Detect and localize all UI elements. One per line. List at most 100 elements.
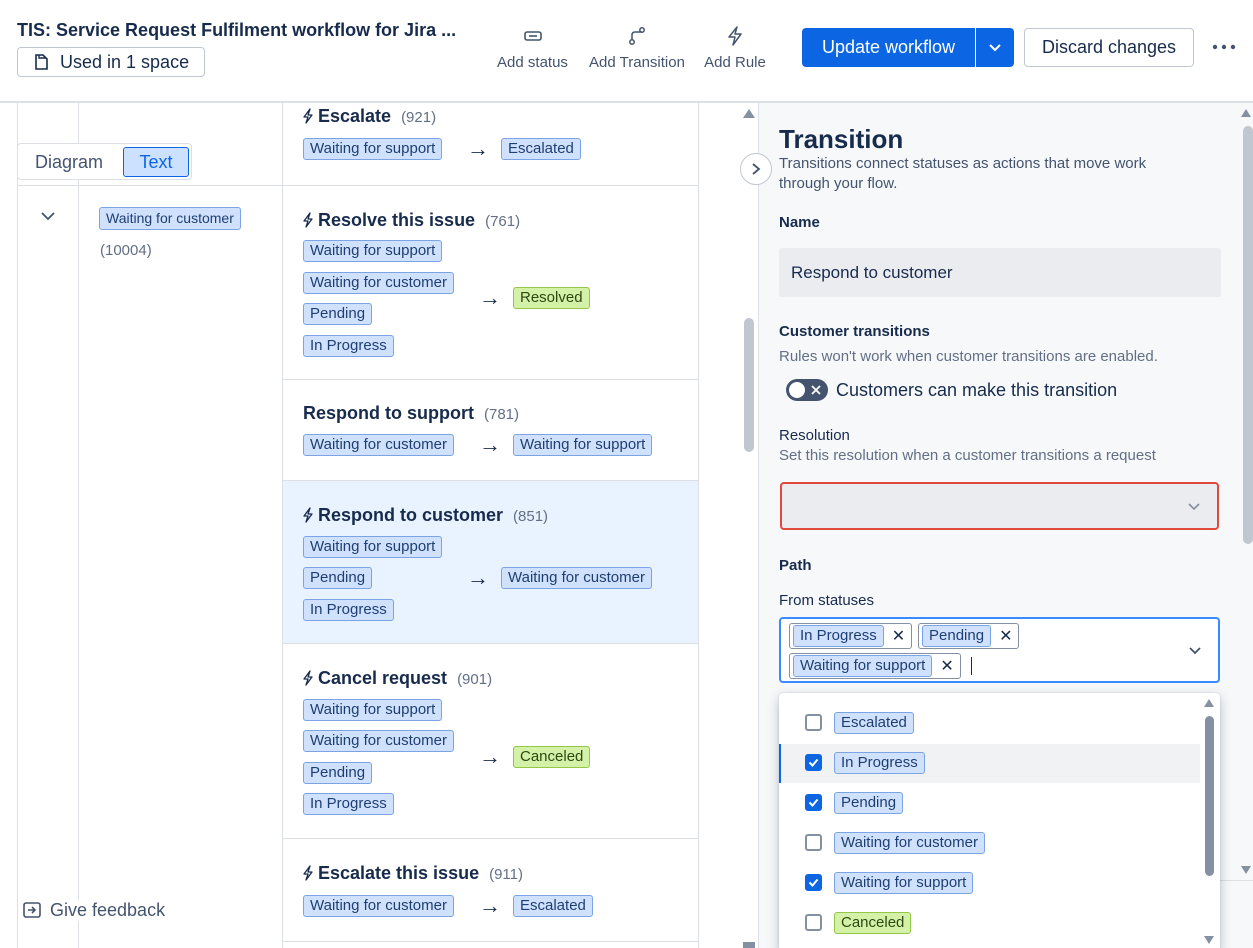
option-checkbox[interactable] — [805, 714, 822, 731]
from-status-lozenge: In Progress — [303, 335, 394, 357]
add-rule-label: Add Rule — [704, 54, 766, 71]
update-options-button[interactable] — [976, 28, 1014, 67]
transition-name: Respond to support — [303, 403, 474, 423]
dropdown-option[interactable]: In Progress — [834, 752, 925, 774]
arrow-icon: → — [479, 432, 501, 457]
selected-status-lozenge: Pending — [922, 625, 992, 647]
status-lozenge: Waiting for customer — [99, 207, 241, 230]
transition-title[interactable]: Escalate (921) — [302, 106, 436, 127]
diagram-view-button[interactable]: Diagram — [35, 152, 103, 173]
give-feedback-label: Give feedback — [50, 900, 166, 920]
check-icon — [808, 878, 819, 887]
add-rule-button[interactable]: Add Rule — [698, 26, 772, 71]
remove-tag-icon[interactable]: ✕ — [940, 656, 953, 676]
add-status-label: Add status — [497, 54, 568, 71]
to-status-lozenge: Waiting for support — [513, 434, 653, 456]
path-heading: Path — [779, 557, 812, 574]
panel-scroll-down-arrow[interactable] — [1241, 866, 1251, 874]
workflow-editor: { "header": { "title": "TIS: Service Req… — [0, 0, 1253, 948]
add-status-button[interactable]: Add status — [490, 26, 575, 71]
dropdown-scroll-up-arrow[interactable] — [1204, 699, 1214, 707]
lightning-icon — [303, 865, 313, 881]
discard-changes-button[interactable]: Discard changes — [1024, 28, 1194, 67]
collapse-row-button[interactable] — [40, 209, 56, 227]
content-scrollbar-thumb[interactable] — [744, 318, 754, 452]
option-checkbox[interactable] — [805, 754, 822, 771]
selected-status-tag: In Progress ✕ — [789, 623, 913, 649]
resolution-label: Resolution — [779, 427, 850, 444]
lightning-icon — [303, 212, 313, 228]
customer-transitions-toggle-label: Customers can make this transition — [836, 380, 1118, 400]
to-status-lozenge: Waiting for customer — [501, 567, 652, 589]
transition-name: Respond to customer — [318, 505, 504, 525]
selected-status-lozenge: Waiting for support — [793, 655, 933, 677]
remove-tag-icon[interactable]: ✕ — [892, 626, 905, 646]
option-checkbox[interactable] — [805, 874, 822, 891]
chevron-right-icon — [752, 163, 761, 175]
transition-title[interactable]: Escalate this issue (911) — [302, 863, 523, 884]
name-input-value: Respond to customer — [791, 263, 953, 282]
chevron-down-icon — [1189, 647, 1201, 655]
transition-name: Escalate — [318, 106, 392, 126]
add-transition-button[interactable]: Add Transition — [583, 26, 691, 71]
name-label: Name — [779, 214, 820, 231]
give-feedback-button[interactable]: Give feedback — [22, 900, 170, 921]
chevron-down-icon — [1188, 503, 1200, 511]
chevron-down-icon — [989, 43, 1001, 51]
from-statuses-select[interactable]: In Progress ✕ Pending ✕ Waiting for supp… — [779, 617, 1220, 683]
dropdown-scroll-down-arrow[interactable] — [1204, 936, 1214, 944]
column-divider-1 — [78, 103, 79, 948]
from-status-lozenge: Waiting for customer — [303, 434, 454, 456]
text-view-button[interactable]: Text — [123, 147, 189, 177]
row-divider — [283, 838, 699, 839]
scroll-down-arrow[interactable] — [743, 942, 755, 948]
panel-scrollbar-thumb[interactable] — [1243, 126, 1253, 544]
from-status-lozenge: Pending — [303, 303, 373, 325]
transition-count: (921) — [401, 109, 437, 126]
transition-title[interactable]: Resolve this issue (761) — [302, 210, 520, 231]
name-input[interactable]: Respond to customer — [779, 248, 1221, 297]
transition-count: (901) — [457, 671, 493, 688]
option-checkbox[interactable] — [805, 914, 822, 931]
update-workflow-label: Update workflow — [821, 37, 956, 57]
dropdown-scrollbar-thumb[interactable] — [1205, 716, 1214, 876]
used-in-spaces-button[interactable]: Used in 1 space — [17, 47, 205, 77]
row-divider — [283, 643, 699, 644]
dropdown-option[interactable]: Escalated — [834, 712, 914, 734]
chevron-down-icon — [41, 212, 55, 221]
transition-title[interactable]: Respond to support (781) — [303, 403, 519, 424]
update-workflow-button[interactable]: Update workflow — [802, 28, 975, 67]
from-status-lozenge: In Progress — [303, 599, 394, 621]
to-status-lozenge: Resolved — [513, 287, 590, 309]
transition-name: Resolve this issue — [318, 210, 476, 230]
scroll-up-arrow[interactable] — [743, 109, 755, 118]
option-checkbox[interactable] — [805, 794, 822, 811]
from-status-lozenge: Waiting for customer — [303, 272, 454, 294]
panel-footer-divider — [1219, 880, 1253, 881]
check-icon — [808, 758, 819, 767]
from-status-lozenge: Pending — [303, 762, 373, 784]
from-status-lozenge: Waiting for support — [303, 138, 443, 160]
more-actions-button[interactable] — [1207, 30, 1241, 64]
arrow-icon: → — [467, 136, 489, 161]
option-checkbox[interactable] — [805, 834, 822, 851]
toggle-knob — [789, 382, 805, 398]
transition-title[interactable]: Respond to customer (851) — [302, 505, 548, 526]
panel-scroll-up-arrow[interactable] — [1241, 109, 1251, 117]
dropdown-option[interactable]: Canceled — [834, 912, 912, 934]
page-title: TIS: Service Request Fulfilment workflow… — [17, 20, 457, 40]
transition-name: Cancel request — [318, 668, 448, 688]
selected-status-tag: Pending ✕ — [918, 623, 1020, 649]
column-divider-3 — [698, 103, 699, 948]
text-cursor — [971, 657, 972, 675]
remove-tag-icon[interactable]: ✕ — [999, 626, 1012, 646]
resolution-select[interactable] — [780, 482, 1219, 530]
row-divider — [283, 379, 699, 380]
customer-transitions-toggle[interactable] — [786, 379, 828, 401]
dropdown-option[interactable]: Pending — [834, 792, 904, 814]
row-divider — [283, 941, 699, 942]
transition-title[interactable]: Cancel request (901) — [302, 668, 492, 689]
collapse-panel-button[interactable] — [740, 153, 772, 185]
dropdown-option[interactable]: Waiting for customer — [834, 832, 985, 854]
dropdown-option[interactable]: Waiting for support — [834, 872, 974, 894]
